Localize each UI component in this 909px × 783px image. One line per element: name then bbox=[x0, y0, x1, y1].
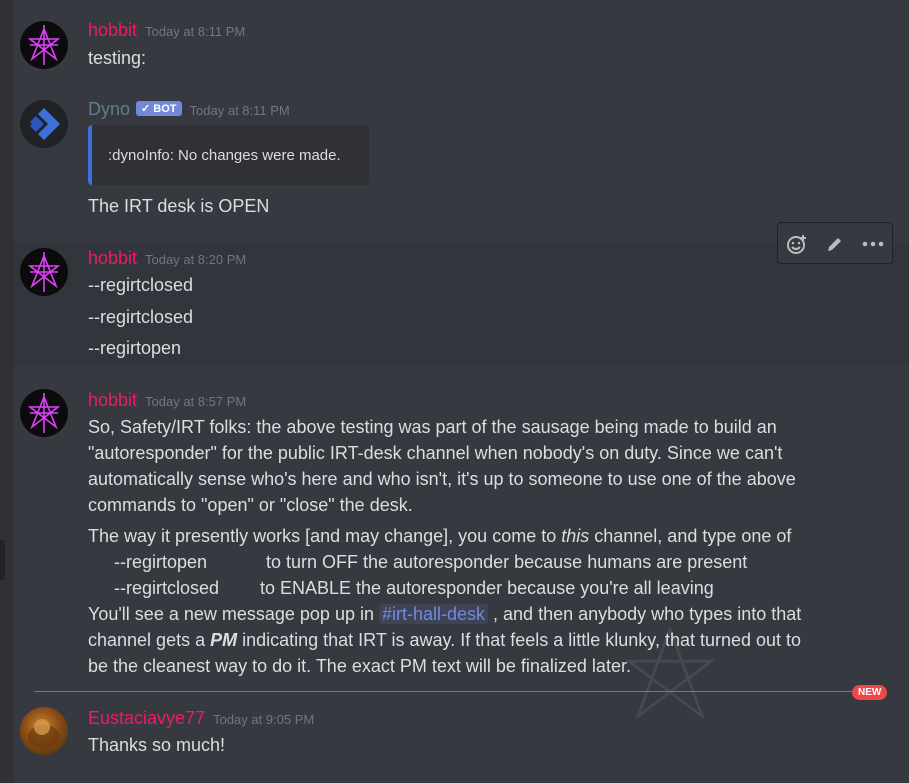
new-messages-divider bbox=[34, 691, 869, 692]
text-segment: The way it presently works [and may chan… bbox=[88, 526, 562, 546]
timestamp: Today at 8:20 PM bbox=[145, 252, 247, 267]
pentagram-icon bbox=[27, 252, 61, 292]
italic-text: this bbox=[561, 526, 590, 546]
message-text: "autoresponder" for the public IRT-desk … bbox=[88, 443, 783, 463]
embed-text: :dynoInfo: No changes were made. bbox=[108, 147, 341, 164]
message-text: --regirtclosed bbox=[88, 307, 194, 327]
command-text: --regirtclosed bbox=[114, 578, 220, 598]
pentagram-icon bbox=[27, 25, 61, 65]
scroll-rail bbox=[0, 0, 14, 783]
message-text: Thanks so much! bbox=[88, 735, 226, 755]
more-icon[interactable] bbox=[860, 231, 886, 257]
message-text: --regirtclosed bbox=[88, 275, 194, 295]
message-text: commands to "open" or "close" the desk. bbox=[88, 495, 413, 515]
text-segment: channel gets a bbox=[88, 630, 211, 650]
message-text: be the cleanest way to do it. The exact … bbox=[88, 656, 631, 676]
command-description: to turn OFF the autoresponder because hu… bbox=[266, 552, 748, 572]
pentagram-icon bbox=[27, 393, 61, 433]
avatar[interactable] bbox=[20, 100, 68, 148]
username[interactable]: Eustaciavye77 bbox=[88, 708, 205, 728]
channel-mention[interactable]: #irt-hall-desk bbox=[378, 604, 489, 624]
user-photo-icon bbox=[28, 719, 60, 749]
avatar[interactable] bbox=[20, 707, 68, 755]
message-text: automatically sense who's here and who i… bbox=[88, 469, 796, 489]
new-badge: NEW bbox=[852, 685, 888, 700]
username[interactable]: Dyno bbox=[88, 99, 130, 119]
text-segment: You'll see a new message pop up in bbox=[88, 604, 379, 624]
bot-badge: ✓ BOT bbox=[136, 101, 182, 116]
command-text: --regirtopen bbox=[114, 552, 208, 572]
message-text: --regirtopen bbox=[88, 338, 182, 358]
avatar[interactable] bbox=[20, 248, 68, 296]
avatar[interactable] bbox=[20, 21, 68, 69]
message-text: The IRT desk is OPEN bbox=[88, 196, 270, 216]
message-text: testing: bbox=[88, 48, 147, 68]
message-text: The way it presently works [and may chan… bbox=[88, 526, 791, 547]
message-actions-toolbar bbox=[777, 222, 893, 264]
command-description: to ENABLE the autoresponder because you'… bbox=[260, 578, 714, 598]
timestamp: Today at 8:11 PM bbox=[145, 24, 246, 39]
watermark-pentagram-icon bbox=[624, 625, 716, 721]
timestamp: Today at 8:57 PM bbox=[145, 394, 247, 409]
username[interactable]: hobbit bbox=[88, 390, 137, 410]
bold-italic-text: PM bbox=[210, 630, 238, 650]
scroll-thumb[interactable] bbox=[0, 540, 5, 580]
embed: :dynoInfo: No changes were made. bbox=[88, 125, 369, 185]
dyno-logo-icon bbox=[30, 108, 60, 140]
username[interactable]: hobbit bbox=[88, 20, 137, 40]
add-reaction-icon[interactable] bbox=[784, 231, 810, 257]
username[interactable]: hobbit bbox=[88, 248, 137, 268]
text-segment: channel, and type one of bbox=[589, 526, 792, 546]
message-text: So, Safety/IRT folks: the above testing … bbox=[88, 417, 777, 437]
timestamp: Today at 9:05 PM bbox=[213, 712, 315, 727]
edit-icon[interactable] bbox=[822, 231, 848, 257]
avatar[interactable] bbox=[20, 389, 68, 437]
timestamp: Today at 8:11 PM bbox=[189, 103, 290, 118]
